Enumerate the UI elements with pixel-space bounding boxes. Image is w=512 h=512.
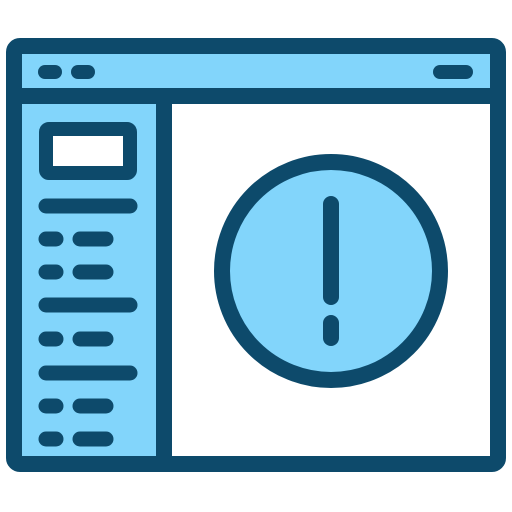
browser-window-alert-icon (0, 0, 512, 512)
sidebar-search-box (39, 122, 137, 180)
browser-window-alert-svg (6, 38, 506, 472)
